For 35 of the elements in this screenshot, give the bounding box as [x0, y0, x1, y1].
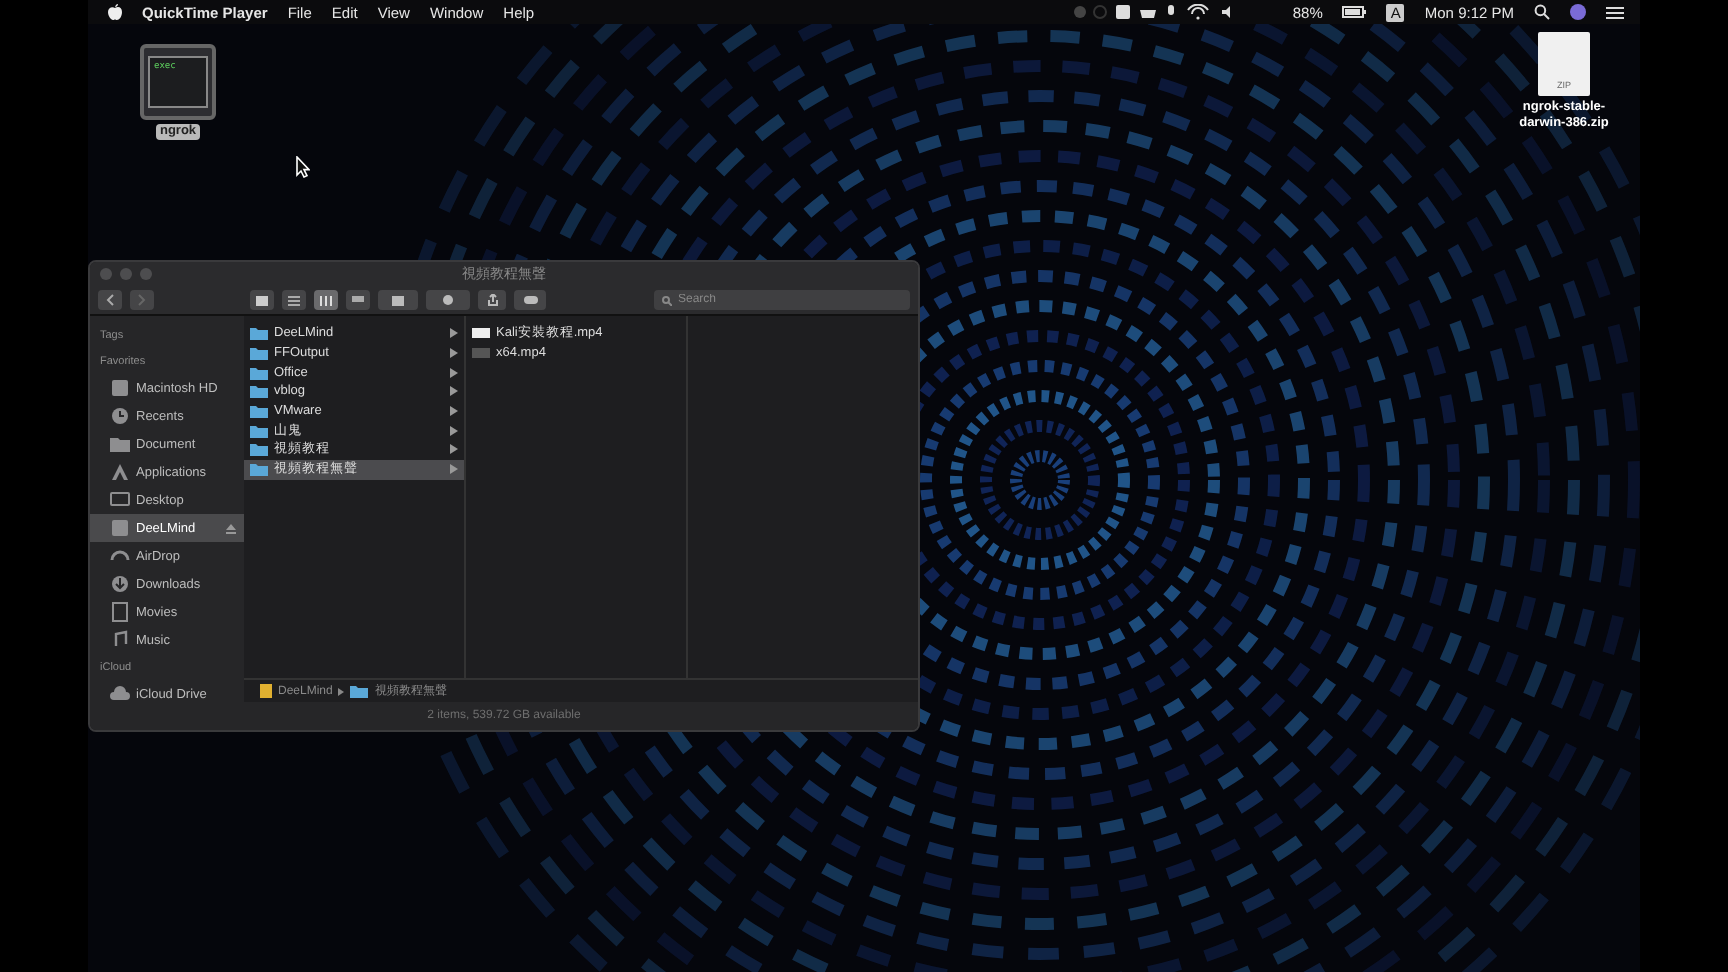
gallery-view-button[interactable]: [346, 290, 370, 310]
column-view-button[interactable]: [314, 290, 338, 310]
monitor-icon: [110, 490, 130, 510]
action-button[interactable]: [426, 290, 470, 310]
list-icon[interactable]: [1606, 5, 1624, 19]
applications-icon: [110, 462, 130, 482]
search-icon: [662, 295, 672, 305]
tag-button[interactable]: [514, 290, 546, 310]
chevron-right-icon: [138, 294, 146, 306]
eject-icon[interactable]: [226, 523, 236, 533]
share-button[interactable]: [478, 290, 506, 310]
chevron-left-icon: [106, 294, 114, 306]
columns-icon: [320, 295, 332, 305]
download-icon: [110, 574, 130, 594]
mouse-cursor-icon: [296, 156, 310, 178]
siri-icon[interactable]: [1570, 4, 1586, 20]
share-icon: [487, 294, 497, 306]
folder-icon: [110, 434, 130, 454]
apple-logo-icon[interactable]: [108, 4, 122, 20]
search-icon[interactable]: [1534, 4, 1550, 20]
film-icon: [110, 602, 130, 622]
grid-icon: [392, 295, 404, 305]
gallery-icon: [352, 295, 364, 305]
icon-view-button[interactable]: [250, 290, 274, 310]
list-icon: [288, 295, 300, 305]
tag-icon: [523, 296, 537, 304]
list-view-button[interactable]: [282, 290, 306, 310]
grid-icon: [256, 295, 268, 305]
back-button[interactable]: [98, 290, 122, 310]
chevron-icon: [338, 687, 345, 695]
folder-icon: [350, 684, 369, 698]
clock-icon: [110, 406, 130, 426]
group-button[interactable]: [378, 290, 418, 310]
cloud-icon: [110, 684, 130, 702]
battery-icon[interactable]: [1342, 6, 1367, 18]
